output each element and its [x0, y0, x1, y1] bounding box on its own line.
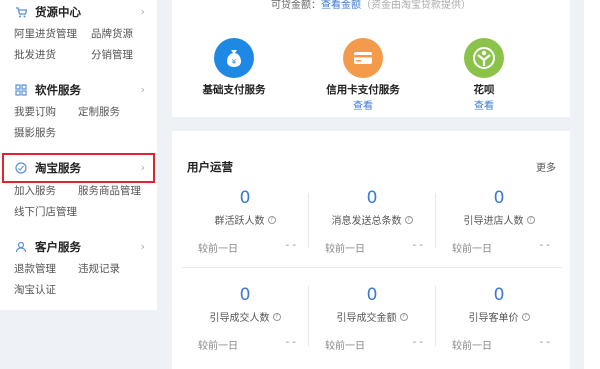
- link-brand-source[interactable]: 品牌货源: [91, 26, 155, 41]
- metric-value: 0: [239, 285, 251, 305]
- divider: [182, 267, 562, 268]
- right-column: [584, 0, 600, 369]
- view-link[interactable]: 查看: [424, 97, 544, 112]
- link-taobao-auth[interactable]: 淘宝认证: [14, 282, 78, 297]
- link-photo-service[interactable]: 摄影服务: [14, 125, 78, 140]
- help-icon[interactable]: ?: [526, 215, 535, 224]
- chevron-right-icon[interactable]: ›: [141, 83, 145, 96]
- section-software: 软件服务 › 我要订购 定制服务 摄影服务: [0, 79, 157, 143]
- metric-messages-sent[interactable]: 0 消息发送总条数? 较前一日 - -: [309, 188, 435, 255]
- compare-label: 较前一日: [198, 341, 238, 352]
- chevron-right-icon[interactable]: ›: [141, 240, 145, 253]
- compare-label: 较前一日: [325, 244, 365, 255]
- service-huabei[interactable]: 花呗 查看: [424, 24, 544, 112]
- metric-store-visits[interactable]: 0 引导进店人数? 较前一日 - -: [436, 188, 562, 255]
- metric-value: 0: [493, 285, 505, 305]
- credit-note: （资金由淘宝贷款提供）: [361, 0, 471, 11]
- user-icon: [14, 241, 27, 254]
- metric-label: 群活跃人数: [214, 216, 265, 227]
- metric-value: 0: [493, 188, 505, 208]
- section-taobao: 淘宝服务 › 加入服务 服务商品管理 线下门店管理: [0, 157, 157, 222]
- metric-label: 引导成交人数: [209, 313, 270, 324]
- metric-label: 消息发送总条数: [331, 216, 402, 227]
- taobao-icon: [14, 162, 27, 175]
- section-title: 淘宝服务: [35, 161, 81, 175]
- ops-title: 用户运营: [187, 160, 233, 174]
- credit-card-icon: [343, 38, 383, 78]
- link-service-goods[interactable]: 服务商品管理: [78, 183, 142, 198]
- svg-text:¥: ¥: [232, 58, 237, 66]
- money-bag-icon: ¥: [214, 38, 254, 78]
- link-refund[interactable]: 退款管理: [14, 261, 78, 276]
- help-icon[interactable]: ?: [399, 312, 408, 321]
- help-icon[interactable]: ?: [272, 312, 281, 321]
- compare-label: 较前一日: [452, 341, 492, 352]
- user-operations-panel: 用户运营 更多 0 群活跃人数? 较前一日 - - 0 消息发送总条数? 较前一日…: [172, 131, 570, 369]
- service-basic-payment[interactable]: ¥ 基础支付服务: [174, 24, 294, 96]
- chevron-right-icon[interactable]: ›: [141, 161, 145, 174]
- credit-line: 可贷金额：查看金额（资金由淘宝贷款提供）: [172, 0, 570, 12]
- section-customer: 客户服务 › 退款管理 违规记录 淘宝认证: [0, 236, 157, 300]
- compare-value: - -: [285, 240, 296, 251]
- metric-value: 0: [366, 188, 378, 208]
- section-head-sourcing[interactable]: 货源中心 ›: [0, 1, 157, 23]
- help-icon[interactable]: ?: [404, 215, 413, 224]
- sidebar: 货源中心 › 阿里进货管理 品牌货源 批发进货 分销管理 软件服务 › 我要订购: [0, 0, 157, 310]
- service-name: 基础支付服务: [202, 84, 266, 96]
- compare-value: - -: [412, 337, 423, 348]
- link-offline-store[interactable]: 线下门店管理: [14, 204, 77, 219]
- section-title: 客户服务: [35, 240, 81, 254]
- metric-label: 引导成交金额: [336, 313, 397, 324]
- service-name: 信用卡支付服务: [326, 84, 400, 96]
- section-title: 软件服务: [35, 83, 81, 97]
- link-custom-service[interactable]: 定制服务: [78, 104, 142, 119]
- grid-icon: [14, 84, 27, 97]
- section-sourcing: 货源中心 › 阿里进货管理 品牌货源 批发进货 分销管理: [0, 1, 157, 65]
- compare-value: - -: [285, 337, 296, 348]
- section-title: 货源中心: [35, 5, 81, 19]
- metric-value: 0: [239, 188, 251, 208]
- chevron-right-icon[interactable]: ›: [141, 5, 145, 18]
- compare-value: - -: [539, 337, 550, 348]
- section-head-software[interactable]: 软件服务 ›: [0, 79, 157, 101]
- link-ali-purchase[interactable]: 阿里进货管理: [14, 26, 91, 41]
- link-violation[interactable]: 违规记录: [78, 261, 142, 276]
- compare-value: - -: [412, 240, 423, 251]
- compare-label: 较前一日: [198, 244, 238, 255]
- huabei-icon: [464, 38, 504, 78]
- link-join-service[interactable]: 加入服务: [14, 183, 78, 198]
- compare-value: - -: [539, 240, 550, 251]
- metric-label: 引导客单价: [468, 313, 519, 324]
- section-head-customer[interactable]: 客户服务 ›: [0, 236, 157, 258]
- metric-buyers[interactable]: 0 引导成交人数? 较前一日 - -: [182, 285, 308, 352]
- compare-label: 较前一日: [325, 341, 365, 352]
- compare-label: 较前一日: [452, 244, 492, 255]
- help-icon[interactable]: ?: [521, 312, 530, 321]
- view-link[interactable]: 查看: [303, 97, 423, 112]
- payment-services-panel: 可贷金额：查看金额（资金由淘宝贷款提供） ¥ 基础支付服务 信用卡支付服务 查看…: [172, 0, 570, 117]
- service-credit-card[interactable]: 信用卡支付服务 查看: [303, 24, 423, 112]
- metric-value: 0: [366, 285, 378, 305]
- link-distribution[interactable]: 分销管理: [91, 47, 155, 62]
- view-amount-link[interactable]: 查看金额: [321, 0, 361, 11]
- more-link[interactable]: 更多: [536, 159, 556, 174]
- link-wholesale[interactable]: 批发进货: [14, 47, 91, 62]
- section-head-taobao[interactable]: 淘宝服务 ›: [0, 157, 157, 179]
- metric-label: 引导进店人数: [463, 216, 524, 227]
- help-icon[interactable]: ?: [267, 215, 276, 224]
- link-order[interactable]: 我要订购: [14, 104, 78, 119]
- metric-avg-order[interactable]: 0 引导客单价? 较前一日 - -: [436, 285, 562, 352]
- metric-gmv[interactable]: 0 引导成交金额? 较前一日 - -: [309, 285, 435, 352]
- cart-icon: [14, 6, 27, 19]
- metric-group-active[interactable]: 0 群活跃人数? 较前一日 - -: [182, 188, 308, 255]
- credit-label: 可贷金额：: [271, 0, 321, 11]
- service-name: 花呗: [473, 84, 495, 96]
